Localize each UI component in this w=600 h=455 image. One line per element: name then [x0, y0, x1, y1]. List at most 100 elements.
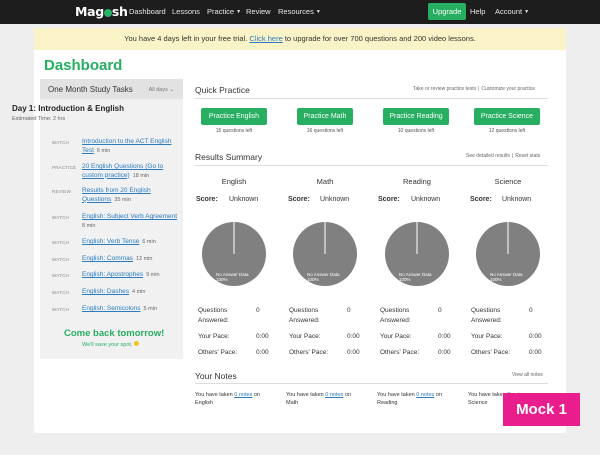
score-value: Unknown — [411, 196, 441, 203]
smiley-icon — [134, 341, 140, 346]
trial-banner: You have 4 days left in your free trial.… — [34, 28, 566, 50]
divider — [195, 383, 548, 384]
score-label: Score: — [288, 196, 310, 203]
magoosh-logo[interactable]: Mag sh — [75, 4, 128, 19]
task-item[interactable]: English: Apostrophes 9 min — [82, 271, 182, 280]
chevron-down-icon: ⌄ — [169, 87, 174, 93]
results-summary-title: Results Summary — [195, 152, 263, 162]
results-links: See detailed results | Reset stats — [466, 153, 541, 159]
score-label: Score: — [378, 196, 400, 203]
questions-answered-label: Questions Answered: — [380, 307, 411, 324]
estimated-time: Estimated Time: 2 hrs — [12, 116, 66, 122]
score-value: Unknown — [229, 196, 259, 203]
task-type: PRACTICE — [52, 165, 77, 170]
your-pace-value: 0:00 — [438, 333, 451, 340]
subject-reading: Reading — [403, 177, 431, 186]
mock-label: Mock 1 — [503, 393, 580, 426]
task-item[interactable]: Results from 20 English Questions 35 min — [82, 187, 182, 204]
divider — [195, 98, 548, 99]
reset-stats-link[interactable]: Reset stats — [515, 153, 540, 159]
nav-review[interactable]: Review — [246, 7, 271, 16]
practice-english-button[interactable]: Practice English — [201, 108, 267, 125]
task-type: WATCH — [52, 290, 69, 295]
page-title: Dashboard — [44, 57, 123, 74]
questions-left: 15 questions left — [215, 128, 253, 134]
questions-left: 16 questions left — [306, 128, 344, 134]
task-item[interactable]: English: Verb Tense 6 min — [82, 238, 182, 247]
nav-account[interactable]: Account ▼ — [495, 7, 529, 16]
come-back-message: Come back tomorrow! — [64, 328, 165, 339]
others-pace-label: Others' Pace: — [289, 349, 329, 356]
subject-math: Math — [316, 177, 334, 186]
task-type: REVIEW — [52, 189, 71, 194]
task-type: WATCH — [52, 307, 69, 312]
questions-answered-label: Questions Answered: — [471, 307, 502, 324]
questions-left: 12 questions left — [488, 128, 526, 134]
study-plan-header: One Month Study Tasks All days ⌄ — [40, 79, 183, 99]
practice-science-button[interactable]: Practice Science — [474, 108, 540, 125]
questions-answered-label: Questions Answered: — [198, 307, 229, 324]
caret-down-icon: ▼ — [315, 9, 321, 15]
logo-dot-icon — [103, 9, 112, 17]
notes-link[interactable]: 0 notes — [416, 392, 434, 398]
your-pace-value: 0:00 — [347, 333, 360, 340]
questions-answered-value: 0 — [256, 307, 260, 314]
your-pace-label: Your Pace: — [380, 333, 412, 340]
others-pace-value: 0:00 — [256, 349, 269, 356]
detailed-results-link[interactable]: See detailed results — [466, 153, 510, 159]
upgrade-button[interactable]: Upgrade — [428, 3, 466, 20]
task-type: WATCH — [52, 240, 69, 245]
nav-practice[interactable]: Practice ▼ — [207, 7, 241, 16]
pie-label: No Answer Data 100% — [307, 272, 340, 282]
your-pace-label: Your Pace: — [471, 333, 503, 340]
task-item[interactable]: Introduction to the ACT English Test 6 mi… — [82, 138, 182, 155]
your-pace-value: 0:00 — [529, 333, 542, 340]
score-label: Score: — [470, 196, 492, 203]
notes-link[interactable]: 0 notes — [234, 392, 252, 398]
save-spot-message: We'll save your spot. — [82, 341, 140, 348]
score-label: Score: — [196, 196, 218, 203]
nav-dashboard[interactable]: Dashboard — [129, 7, 166, 16]
caret-down-icon: ▼ — [236, 9, 242, 15]
your-pace-label: Your Pace: — [198, 333, 230, 340]
days-filter[interactable]: All days ⌄ — [149, 87, 174, 93]
nav-lessons[interactable]: Lessons — [172, 7, 200, 16]
others-pace-value: 0:00 — [438, 349, 451, 356]
others-pace-label: Others' Pace: — [471, 349, 511, 356]
quick-practice-links: Take or review practice tests | Customize … — [413, 86, 536, 92]
pie-label: No Answer Data 100% — [490, 272, 523, 282]
notes-english: You have taken 0 notes on English — [195, 392, 260, 406]
practice-tests-link[interactable]: Take or review practice tests — [413, 86, 476, 92]
questions-left: 10 questions left — [397, 128, 435, 134]
top-nav: Mag sh Dashboard Lessons Practice ▼ Review… — [0, 0, 600, 24]
study-plan-title: One Month Study Tasks — [48, 85, 133, 94]
your-pace-value: 0:00 — [256, 333, 269, 340]
task-type: WATCH — [52, 215, 69, 220]
others-pace-label: Others' Pace: — [380, 349, 420, 356]
others-pace-label: Others' Pace: — [198, 349, 238, 356]
quick-practice-title: Quick Practice — [195, 85, 250, 95]
notes-link[interactable]: 0 notes — [325, 392, 343, 398]
subject-science: Science — [494, 177, 522, 186]
your-notes-title: Your Notes — [195, 371, 237, 381]
upgrade-link[interactable]: Click here — [249, 34, 282, 43]
task-item[interactable]: English: Semicolons 5 min — [82, 305, 182, 314]
task-item[interactable]: English: Commas 12 min — [82, 255, 182, 264]
nav-resources[interactable]: Resources ▼ — [278, 7, 321, 16]
pie-label: No Answer Data 100% — [399, 272, 432, 282]
practice-reading-button[interactable]: Practice Reading — [383, 108, 449, 125]
view-all-notes-link[interactable]: View all notes — [512, 372, 543, 378]
your-pace-label: Your Pace: — [289, 333, 321, 340]
task-item[interactable]: English: Dashes 4 min — [82, 288, 182, 297]
others-pace-value: 0:00 — [529, 349, 542, 356]
customize-practice-link[interactable]: Customize your practice — [481, 86, 535, 92]
subject-english: English — [221, 177, 247, 186]
notes-reading: You have taken 0 notes on Reading — [377, 392, 442, 406]
nav-help[interactable]: Help — [470, 7, 485, 16]
day-title: Day 1: Introduction & English — [12, 104, 125, 113]
task-item[interactable]: English: Subject Verb Agreement 8 min — [82, 213, 182, 230]
score-value: Unknown — [502, 196, 532, 203]
practice-math-button[interactable]: Practice Math — [297, 108, 353, 125]
task-item[interactable]: 20 English Questions (Go to custom pract… — [82, 163, 182, 180]
score-value: Unknown — [320, 196, 350, 203]
